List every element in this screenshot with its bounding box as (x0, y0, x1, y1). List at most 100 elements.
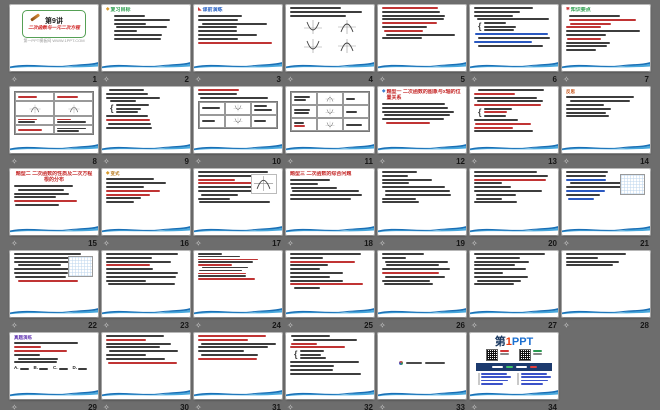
pseudo-text-line (474, 119, 518, 121)
slide-thumbnail-28[interactable]: ✧ 28 (562, 251, 650, 333)
animation-star-icon[interactable]: ✧ (287, 240, 294, 248)
pseudo-text-line (106, 335, 164, 337)
animation-star-icon[interactable]: ✧ (379, 158, 386, 166)
slide-canvas: 题型二 二次函数的性质及二次方程根的分布 (10, 169, 98, 235)
slide-thumbnail-20[interactable]: ✧ 20 (470, 169, 558, 251)
slide-thumbnail-4[interactable]: ✧ 4 (286, 5, 374, 87)
pseudo-text-line (106, 261, 171, 263)
pseudo-text-line (198, 278, 255, 280)
pseudo-text-line (290, 198, 351, 200)
animation-star-icon[interactable]: ✧ (11, 404, 18, 412)
slide-thumbnail-7[interactable]: ✱知识要点 ✧ 7 (562, 5, 650, 87)
animation-star-icon[interactable]: ✧ (11, 158, 18, 166)
slide-thumbnail-27[interactable]: ✧ 27 (470, 251, 558, 333)
animation-star-icon[interactable]: ✧ (103, 322, 110, 330)
animation-star-icon[interactable]: ✧ (103, 158, 110, 166)
animation-star-icon[interactable]: ✧ (471, 158, 478, 166)
animation-star-icon[interactable]: ✧ (195, 322, 202, 330)
slide-thumbnail-19[interactable]: ✧ 19 (378, 169, 466, 251)
slide-thumbnail-15[interactable]: 题型二 二次函数的性质及二次方程根的分布 ✧ 15 (10, 169, 98, 251)
text-block (106, 253, 186, 285)
slide-thumbnail-31[interactable]: ✧ 31 (194, 333, 282, 415)
animation-star-icon[interactable]: ✧ (287, 158, 294, 166)
animation-star-icon[interactable]: ✧ (379, 322, 386, 330)
animation-star-icon[interactable]: ✧ (195, 240, 202, 248)
option-text-line (59, 368, 68, 370)
brace-formula-group: { (294, 350, 370, 359)
slide-thumbnail-34[interactable]: 第1PPT ✧ 34 (470, 333, 558, 415)
animation-star-icon[interactable]: ✧ (11, 240, 18, 248)
animation-star-icon[interactable]: ✧ (103, 240, 110, 248)
animation-star-icon[interactable]: ✧ (287, 404, 294, 412)
animation-star-icon[interactable]: ✧ (11, 76, 18, 84)
text-block (106, 335, 186, 364)
pseudo-text-line (484, 115, 507, 117)
table-cell (251, 102, 277, 115)
slide-thumbnail-22[interactable]: ✧ 22 (10, 251, 98, 333)
slide-thumbnail-1[interactable]: 第9讲二次函数与一元二次方程第一PPT模板网 WWW.1PPT.COM ✧ 1 (10, 5, 98, 87)
pseudo-text-line (108, 362, 177, 364)
pseudo-text-line (114, 30, 137, 32)
slide-thumbnail-26[interactable]: ✧ 26 (378, 251, 466, 333)
animation-star-icon[interactable]: ✧ (195, 404, 202, 412)
animation-star-icon[interactable]: ✧ (471, 322, 478, 330)
slide-thumbnail-6[interactable]: { ✧ 6 (470, 5, 558, 87)
wave-footer-decoration (470, 225, 558, 233)
animation-star-icon[interactable]: ✧ (563, 322, 570, 330)
slide-thumbnail-14[interactable]: 反思 ✧ 14 (562, 87, 650, 169)
slide-title-text: 复习目标 (110, 7, 130, 13)
parabola-graph (334, 19, 360, 35)
slide-thumbnail-17[interactable]: ✧ 17 (194, 169, 282, 251)
pseudo-text-line (474, 276, 528, 278)
pseudo-text-line (382, 26, 427, 28)
slide-thumbnail-8[interactable]: ✧ 8 (10, 87, 98, 169)
animation-star-icon[interactable]: ✧ (379, 76, 386, 84)
slide-thumbnail-10[interactable]: ✧ 10 (194, 87, 282, 169)
option-letter: A. (14, 366, 19, 371)
option-text-line (20, 368, 29, 370)
animation-star-icon[interactable]: ✧ (563, 158, 570, 166)
text-block (106, 115, 186, 128)
slide-thumbnail-30[interactable]: ✧ 30 (102, 333, 190, 415)
animation-star-icon[interactable]: ✧ (11, 322, 18, 330)
slide-thumbnail-2[interactable]: ◆复习目标 ✧ 2 (102, 5, 190, 87)
pseudo-text-line (382, 175, 408, 177)
animation-star-icon[interactable]: ✧ (471, 76, 478, 84)
pseudo-text-line (566, 104, 604, 106)
decoration-icon (399, 361, 403, 365)
pseudo-text-line (290, 7, 341, 9)
brace-formula-group: { (478, 108, 554, 117)
slide-thumbnail-18[interactable]: 题型三 二次函数的综合问题 ✧ 18 (286, 169, 374, 251)
animation-star-icon[interactable]: ✧ (103, 76, 110, 84)
animation-star-icon[interactable]: ✧ (287, 76, 294, 84)
animation-star-icon[interactable]: ✧ (195, 158, 202, 166)
slide-thumbnail-24[interactable]: ✧ 24 (194, 251, 282, 333)
slide-thumbnail-29[interactable]: 真题演练A.B.C.D. ✧ 29 (10, 333, 98, 415)
animation-star-icon[interactable]: ✧ (379, 240, 386, 248)
slide-content: 第1PPT (474, 335, 554, 386)
thumbnail-meta: ✧ 18 (286, 237, 374, 250)
animation-star-icon[interactable]: ✧ (195, 76, 202, 84)
animation-star-icon[interactable]: ✧ (287, 322, 294, 330)
animation-star-icon[interactable]: ✧ (563, 240, 570, 248)
slide-thumbnail-12[interactable]: ◆题型一 二次函数的图象与x轴的位置关系 ✧ 12 (378, 87, 466, 169)
slide-thumbnail-21[interactable]: ✧ 21 (562, 169, 650, 251)
animation-star-icon[interactable]: ✧ (471, 404, 478, 412)
animation-star-icon[interactable]: ✧ (471, 240, 478, 248)
slide-thumbnail-23[interactable]: ✧ 23 (102, 251, 190, 333)
slide-thumbnail-11[interactable]: ✧ 11 (286, 87, 374, 169)
animation-star-icon[interactable]: ✧ (379, 404, 386, 412)
slide-thumbnail-5[interactable]: ✧ 5 (378, 5, 466, 87)
slide-title-text: 真题演练 (14, 335, 32, 340)
slide-thumbnail-32[interactable]: { ✧ 32 (286, 333, 374, 415)
slide-thumbnail-33[interactable]: ✧ 33 (378, 333, 466, 415)
animation-star-icon[interactable]: ✧ (103, 404, 110, 412)
slide-thumbnail-3[interactable]: ◣课前演练 ✧ 3 (194, 5, 282, 87)
slide-thumbnail-13[interactable]: { ✧ 13 (470, 87, 558, 169)
animation-star-icon[interactable]: ✧ (563, 76, 570, 84)
slide-thumbnail-16[interactable]: ◆变式 ✧ 16 (102, 169, 190, 251)
pseudo-text-line (346, 111, 357, 113)
slide-thumbnail-25[interactable]: ✧ 25 (286, 251, 374, 333)
slide-thumbnail-9[interactable]: { ✧ 9 (102, 87, 190, 169)
thumbnail-meta: ✧ 23 (102, 319, 190, 332)
